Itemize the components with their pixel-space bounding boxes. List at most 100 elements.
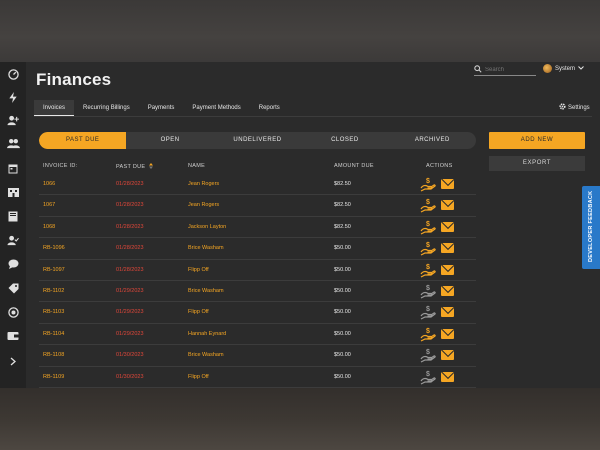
invoice-id-link[interactable]: RB-1097 [43,267,65,273]
column-actions: ACTIONS [426,163,453,169]
customer-name-link[interactable]: Brice Washam [188,245,224,251]
tab-recurring-billings[interactable]: Recurring Billings [74,100,139,116]
developer-feedback-tab[interactable]: DEVELOPER FEEDBACK [582,186,600,269]
email-icon[interactable] [441,179,454,189]
pay-icon[interactable]: $ [420,220,436,235]
tag-icon[interactable] [5,280,21,296]
tab-payments[interactable]: Payments [139,100,184,116]
settings-button[interactable]: Settings [559,103,590,112]
invoice-id-link[interactable]: 1067 [43,202,55,208]
chat-icon[interactable] [5,256,21,272]
dashboard-icon[interactable] [5,66,21,82]
table-row[interactable]: 1066 01/28/2023 Jean Rogers $82.50 $ [39,174,476,196]
building-icon[interactable] [5,184,21,200]
users-icon[interactable] [5,135,21,151]
column-past-due-label: PAST DUE [116,164,146,170]
customer-name-link[interactable]: Brice Washam [188,288,224,294]
customer-name-link[interactable]: Jean Rogers [188,202,219,208]
table-row[interactable]: RB-1096 01/28/2023 Brice Washam $50.00 $ [39,238,476,260]
email-icon[interactable] [441,243,454,254]
filter-open[interactable]: OPEN [126,132,213,149]
email-icon[interactable] [441,307,454,318]
filter-undelivered[interactable]: UNDELIVERED [214,132,301,149]
table-row[interactable]: RB-1104 01/29/2023 Hannah Eynard $50.00 … [39,324,476,346]
calendar-icon[interactable] [5,160,21,176]
add-new-button[interactable]: ADD NEW [489,132,585,149]
past-due-date: 01/28/2023 [116,181,144,187]
past-due-date: 01/28/2023 [116,202,144,209]
pay-icon[interactable]: $ [420,284,436,299]
pay-icon[interactable]: $ [420,370,436,385]
email-icon[interactable] [441,221,454,232]
invoice-id-link[interactable]: 1068 [43,224,55,230]
search-box[interactable] [474,64,536,76]
past-due-date: 01/30/2023 [116,352,144,359]
email-icon[interactable] [441,285,454,296]
table-row[interactable]: RB-1103 01/29/2023 Flipp Off $50.00 $ [39,302,476,324]
developer-feedback-label: DEVELOPER FEEDBACK [588,190,594,262]
email-icon[interactable] [441,200,454,211]
target-icon[interactable] [5,304,21,320]
customer-name-link[interactable]: Jean Rogers [188,181,219,187]
email-icon[interactable] [441,264,454,275]
past-due-date: 01/29/2023 [116,309,144,316]
table-row[interactable]: RB-1109 01/30/2023 Flipp Off $50.00 $ [39,367,476,388]
table-row[interactable]: 1067 01/28/2023 Jean Rogers $82.50 $ [39,195,476,217]
svg-text:$: $ [426,178,430,185]
column-invoice-id[interactable]: INVOICE ID: [43,163,77,169]
customer-name-link[interactable]: Flipp Off [188,309,209,315]
invoice-id-link[interactable]: RB-1109 [43,374,64,380]
tab-payment-methods[interactable]: Payment Methods [183,100,249,116]
filter-past-due[interactable]: PAST DUE [39,132,127,149]
table-row[interactable]: RB-1102 01/29/2023 Brice Washam $50.00 $ [39,281,476,303]
pay-icon[interactable]: $ [420,177,436,192]
invoice-id-link[interactable]: RB-1096 [43,245,65,251]
lightning-icon[interactable] [5,89,21,105]
wallet-icon[interactable] [5,328,21,344]
user-check-icon[interactable] [5,232,21,248]
table-row[interactable]: 1068 01/28/2023 Jackson Layton $82.50 $ [39,217,476,239]
header-divider [34,116,592,117]
email-icon[interactable] [441,328,454,339]
past-due-date: 01/30/2023 [116,373,144,380]
pay-icon[interactable]: $ [420,241,436,256]
table-row[interactable]: RB-1108 01/30/2023 Brice Washam $50.00 $ [39,345,476,367]
backdrop-top [0,0,600,62]
invoice-id-link[interactable]: 1066 [43,181,55,187]
pay-icon[interactable]: $ [420,305,436,320]
pay-icon[interactable]: $ [420,327,436,342]
customer-name-link[interactable]: Flipp Off [188,267,209,273]
invoice-id-link[interactable]: RB-1108 [43,352,64,358]
svg-text:$: $ [426,242,430,249]
pay-icon[interactable]: $ [420,198,436,213]
search-input[interactable] [485,66,535,73]
invoice-id-link[interactable]: RB-1103 [43,309,64,315]
pay-icon[interactable]: $ [420,348,436,363]
customer-name-link[interactable]: Hannah Eynard [188,331,226,337]
user-menu[interactable]: System [543,64,584,73]
column-past-due[interactable]: PAST DUE [116,163,154,171]
chevron-right-icon[interactable] [5,353,21,369]
tab-reports[interactable]: Reports [250,100,289,116]
tab-bar: Invoices Recurring Billings Payments Pay… [34,100,289,116]
email-icon[interactable] [441,371,454,382]
filter-closed[interactable]: CLOSED [301,132,388,149]
email-icon[interactable] [441,350,454,361]
amount-due: $50.00 [334,287,351,294]
filter-archived[interactable]: ARCHIVED [389,132,476,149]
customer-name-link[interactable]: Brice Washam [188,352,224,358]
svg-text:$: $ [426,221,430,228]
tab-invoices[interactable]: Invoices [34,100,75,116]
invoice-id-link[interactable]: RB-1102 [43,288,64,294]
app-window: Finances System Invoices Recurring Billi… [0,62,600,388]
column-amount-due[interactable]: AMOUNT DUE [334,163,374,169]
invoice-id-link[interactable]: RB-1104 [43,331,64,337]
customer-name-link[interactable]: Flipp Off [188,374,209,380]
pay-icon[interactable]: $ [420,263,436,278]
export-button[interactable]: EXPORT [489,156,585,171]
table-row[interactable]: RB-1097 01/28/2023 Flipp Off $50.00 $ [39,260,476,281]
add-user-icon[interactable] [5,112,21,128]
column-name[interactable]: NAME [188,163,205,169]
customer-name-link[interactable]: Jackson Layton [188,224,226,230]
svg-text:$: $ [426,328,430,335]
